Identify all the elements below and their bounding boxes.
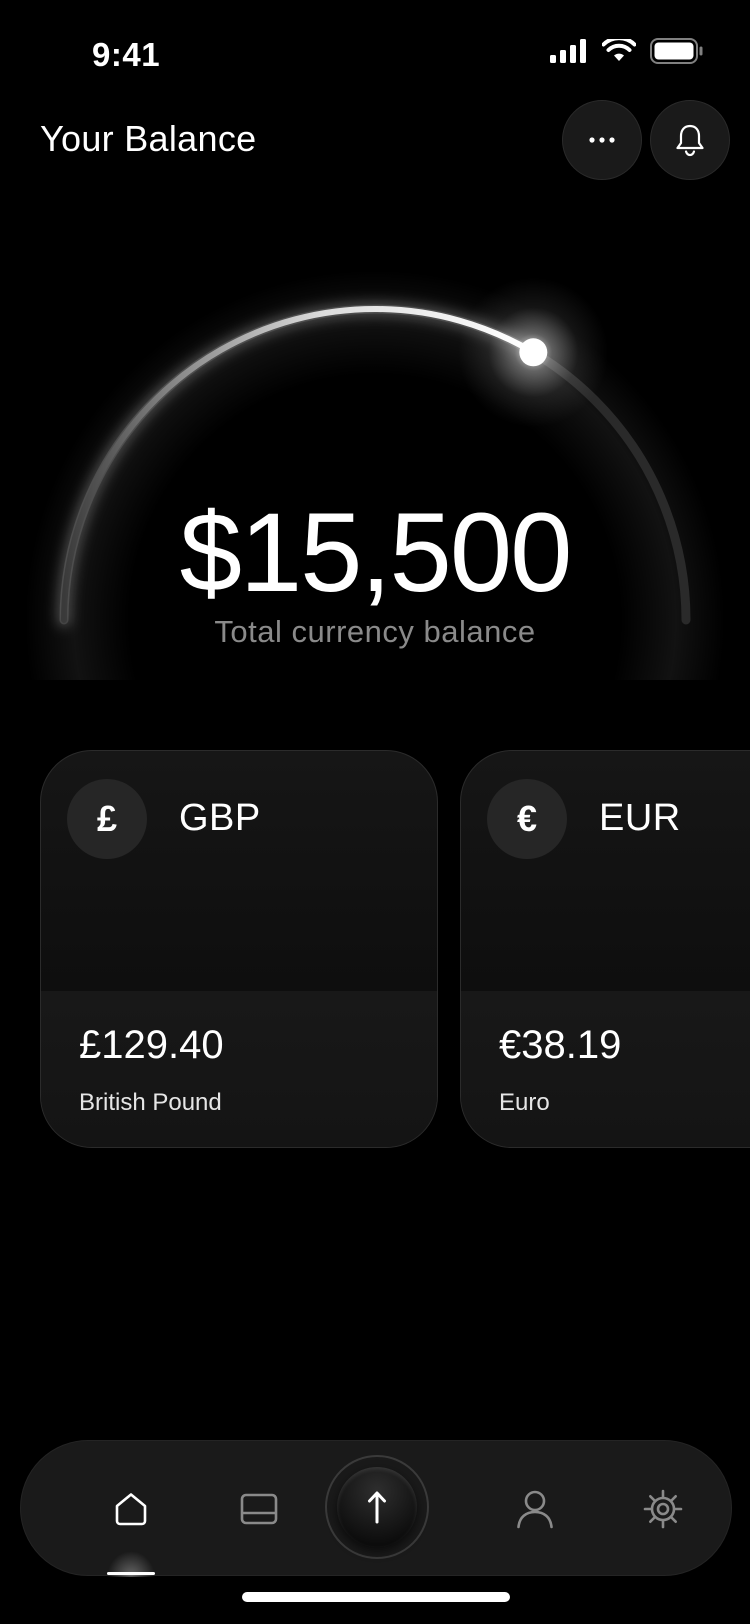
- euro-icon: €: [487, 779, 567, 859]
- currency-card-gbp[interactable]: £ GBP £129.40 British Pound: [40, 750, 438, 1148]
- currency-name: Euro: [499, 1089, 550, 1116]
- currency-cards-carousel[interactable]: £ GBP £129.40 British Pound € EUR €38.19…: [0, 750, 750, 1150]
- bottom-nav: [20, 1440, 732, 1577]
- pound-icon: £: [67, 779, 147, 859]
- home-indicator-bar[interactable]: [242, 1592, 510, 1602]
- card-bottom-panel: [461, 991, 750, 1147]
- send-button[interactable]: [325, 1455, 429, 1559]
- status-bar: 9:41: [0, 0, 750, 110]
- status-time: 9:41: [92, 36, 161, 73]
- battery-icon: [650, 38, 703, 64]
- settings-gear-icon: [643, 1489, 683, 1529]
- more-options-button[interactable]: [562, 100, 642, 180]
- notifications-button[interactable]: [650, 100, 730, 180]
- gauge-knob[interactable]: [519, 338, 548, 367]
- total-balance-amount: $15,500: [179, 490, 573, 615]
- currency-amount: €38.19: [499, 1023, 622, 1067]
- active-tab-indicator: [107, 1572, 155, 1575]
- send-button-inner: [337, 1467, 417, 1547]
- total-balance-caption: Total currency balance: [214, 614, 536, 649]
- currency-amount: £129.40: [79, 1023, 224, 1067]
- profile-icon: [517, 1490, 553, 1529]
- currency-card-eur[interactable]: € EUR €38.19 Euro: [460, 750, 750, 1148]
- home-icon: [115, 1493, 147, 1526]
- currency-code: EUR: [599, 797, 681, 839]
- more-dots-icon: [589, 137, 615, 143]
- wifi-icon: [602, 39, 636, 61]
- cards-icon: [240, 1493, 278, 1525]
- currency-name: British Pound: [79, 1089, 222, 1116]
- nav-profile[interactable]: [485, 1441, 585, 1577]
- cellular-signal-icon: [550, 39, 586, 63]
- status-icons: [550, 38, 704, 64]
- bell-icon: [676, 124, 704, 157]
- nav-settings[interactable]: [613, 1441, 713, 1577]
- nav-cards[interactable]: [209, 1441, 309, 1577]
- currency-code: GBP: [179, 797, 261, 839]
- card-bottom-panel: [41, 991, 437, 1147]
- page-title: Your Balance: [40, 118, 257, 159]
- arrow-up-icon: [368, 1491, 386, 1524]
